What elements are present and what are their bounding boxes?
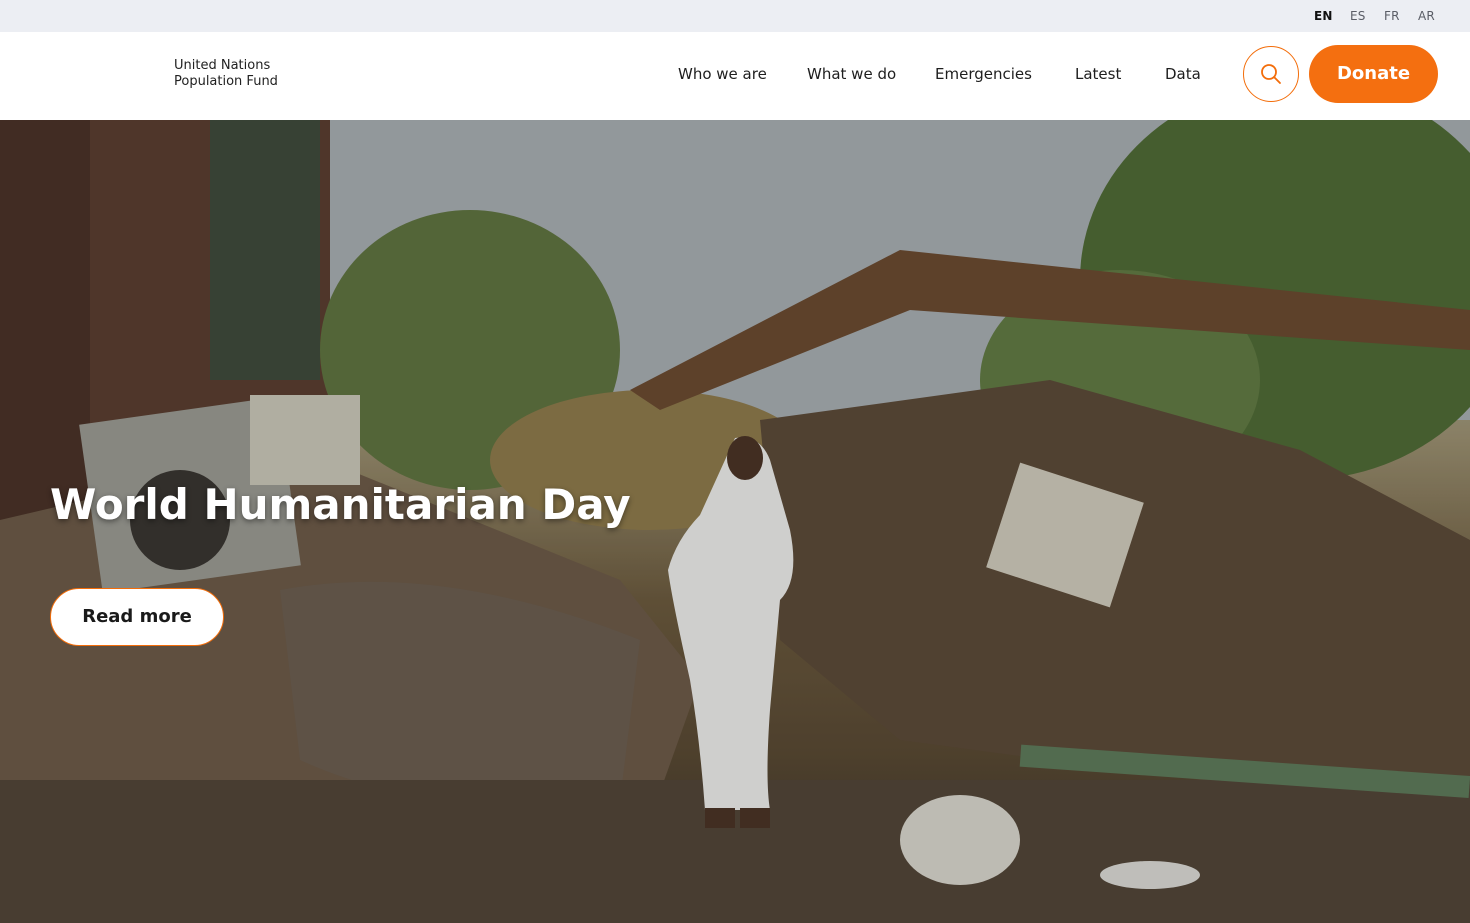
brand-name[interactable]: United Nations Population Fund [174, 58, 278, 90]
language-en-link[interactable]: EN [1314, 9, 1333, 23]
hero-title: World Humanitarian Day [50, 480, 631, 529]
nav-latest[interactable]: Latest [1075, 65, 1121, 83]
brand-line-1: United Nations [174, 58, 271, 73]
search-button[interactable] [1243, 46, 1299, 102]
nav-what-we-do[interactable]: What we do [807, 65, 896, 83]
nav-emergencies[interactable]: Emergencies [935, 65, 1032, 83]
brand-line-2: Population Fund [174, 74, 278, 89]
donate-button[interactable]: Donate [1309, 45, 1438, 103]
site-header: United Nations Population Fund Who we ar… [0, 32, 1470, 120]
hero-banner: World Humanitarian Day Read more [0, 120, 1470, 923]
search-icon [1261, 64, 1281, 84]
nav-data[interactable]: Data [1165, 65, 1201, 83]
language-es-link[interactable]: ES [1350, 9, 1366, 23]
nav-who-we-are[interactable]: Who we are [678, 65, 767, 83]
logo[interactable] [40, 46, 160, 106]
language-ar-link[interactable]: AR [1418, 9, 1435, 23]
language-bar: EN ES FR AR [0, 0, 1470, 32]
language-fr-link[interactable]: FR [1384, 9, 1400, 23]
read-more-button[interactable]: Read more [50, 588, 224, 646]
